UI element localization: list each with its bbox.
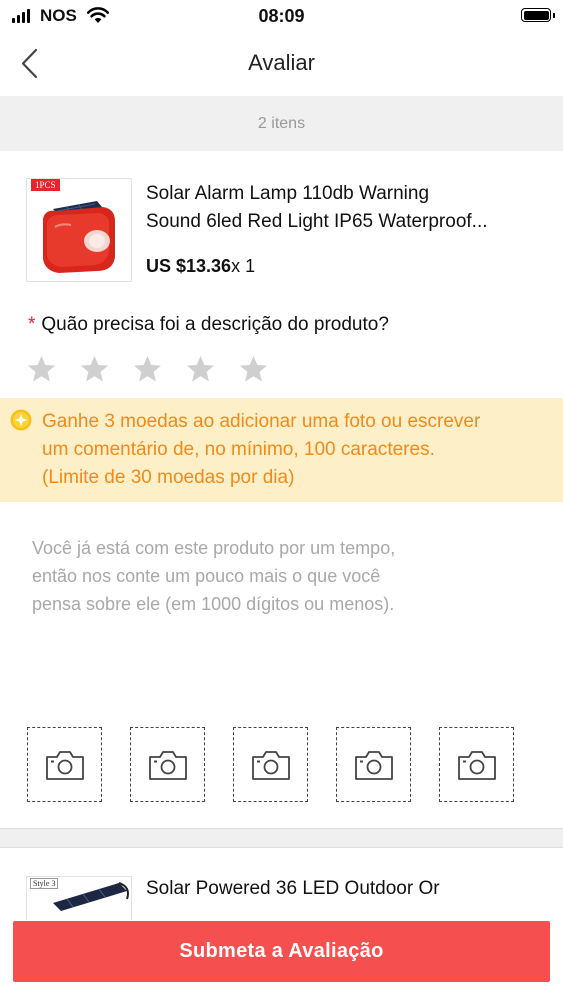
submit-review-button[interactable]: Submeta a Avaliação — [13, 921, 550, 982]
solar-alarm-lamp-image — [27, 179, 131, 281]
star-2-icon[interactable] — [79, 354, 110, 385]
star-5-icon[interactable] — [238, 354, 269, 385]
camera-icon — [45, 750, 84, 780]
camera-icon — [457, 750, 496, 780]
battery-icon — [521, 8, 555, 22]
add-photo-slot[interactable] — [27, 727, 102, 802]
camera-icon — [251, 750, 290, 780]
required-asterisk: * — [28, 314, 36, 335]
rating-question: * Quão precisa foi a descrição do produto… — [28, 314, 389, 335]
product-title[interactable]: Solar Alarm Lamp 110db Warning Sound 6le… — [146, 180, 546, 236]
items-count-bar: 2 itens — [0, 96, 563, 151]
photo-upload-row — [27, 727, 514, 802]
star-4-icon[interactable] — [185, 354, 216, 385]
camera-icon — [148, 750, 187, 780]
product-card: Style 3 Solar Powered 36 LED Outdoor Or — [0, 866, 563, 920]
product-image-tag: Style 3 — [30, 878, 59, 889]
review-text-input[interactable]: Você já está com este produto por um tem… — [32, 534, 542, 618]
star-3-icon[interactable] — [132, 354, 163, 385]
add-photo-slot[interactable] — [439, 727, 514, 802]
product-quantity: x 1 — [231, 256, 256, 276]
clock: 08:09 — [258, 6, 305, 26]
notice-text: Ganhe 3 moedas ao adicionar uma foto ou … — [42, 411, 481, 488]
product-price: US $13.36x 1 — [146, 256, 256, 276]
product-image[interactable]: Style 3 — [26, 876, 132, 920]
product-image-tag: 1PCS — [31, 179, 60, 191]
navigation-header: Avaliar — [0, 32, 563, 96]
status-bar: NOS 08:09 — [0, 0, 563, 32]
section-divider — [0, 828, 563, 848]
product-image[interactable]: 1PCS — [26, 178, 132, 282]
page-title: Avaliar — [248, 50, 315, 75]
add-photo-slot[interactable] — [336, 727, 411, 802]
add-photo-slot[interactable] — [130, 727, 205, 802]
camera-icon — [354, 750, 393, 780]
star-1-icon[interactable] — [26, 354, 57, 385]
coins-reward-notice: Ganhe 3 moedas ao adicionar uma foto ou … — [0, 398, 563, 502]
coin-icon — [10, 409, 32, 431]
add-photo-slot[interactable] — [233, 727, 308, 802]
product-title[interactable]: Solar Powered 36 LED Outdoor Or — [146, 878, 440, 900]
star-rating[interactable] — [26, 354, 269, 385]
